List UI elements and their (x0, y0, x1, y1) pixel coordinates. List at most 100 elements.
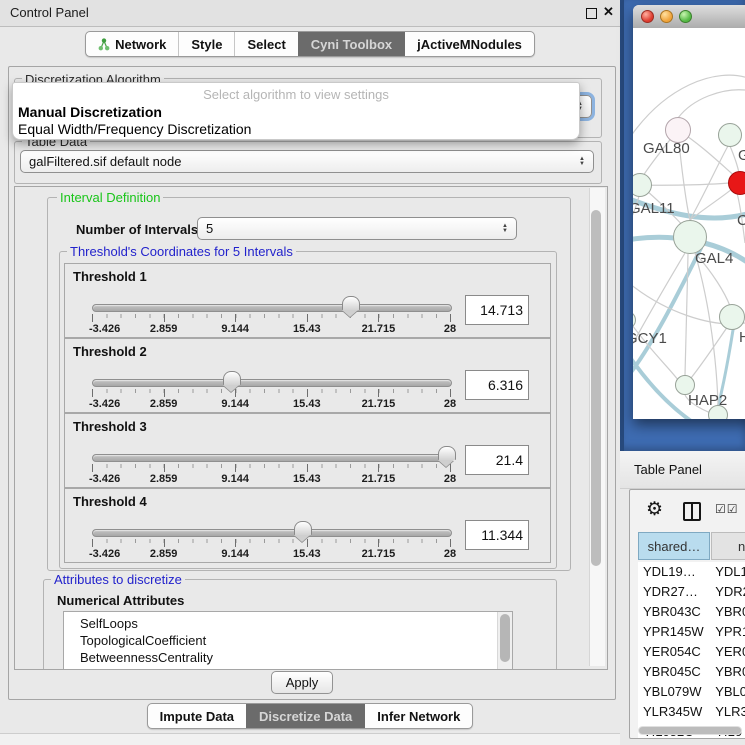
table-row[interactable]: YBR045CYBR0 (638, 662, 745, 682)
control-panel-titlebar: Control Panel ✕ (0, 0, 620, 27)
interval-definition-title: Interval Definition (57, 190, 163, 205)
tab-network[interactable]: Network (86, 32, 178, 56)
apply-button[interactable]: Apply (271, 671, 333, 694)
table-toolbar: ⚙ ☑☑ (630, 490, 745, 532)
combo-spinner-icon: ▲▼ (502, 224, 508, 234)
num-intervals-label: Number of Intervals (76, 222, 198, 237)
node-label: G (738, 147, 745, 164)
panel-title: Control Panel (10, 5, 89, 20)
slider-tick-labels: -3.4262.8599.14415.4321.71528 (92, 473, 450, 485)
network-node[interactable] (673, 220, 707, 254)
node-label: GCY1 (633, 330, 667, 347)
app-window: Control Panel ✕ Network Style Select (0, 0, 745, 745)
combo-spinner-icon: ▲▼ (579, 157, 585, 167)
numerical-attributes-label: Numerical Attributes (57, 593, 184, 608)
slider-major-ticks (92, 464, 450, 473)
panel-scrollbar[interactable] (589, 188, 605, 666)
horizontal-scrollbar-thumb[interactable] (639, 727, 741, 734)
table-panel-title: Table Panel (634, 462, 702, 477)
status-strip (0, 733, 620, 745)
split-columns-icon[interactable] (683, 502, 701, 521)
dropdown-option-manual[interactable]: Manual Discretization (18, 104, 162, 120)
network-node[interactable] (719, 304, 745, 330)
list-item[interactable]: BetweennessCentrality (64, 649, 512, 666)
tab-discretize-data[interactable]: Discretize Data (246, 704, 364, 728)
threshold-4-value-field[interactable]: 11.344 (465, 520, 529, 550)
panel-scrollbar-thumb[interactable] (591, 210, 601, 566)
control-panel: Control Panel ✕ Network Style Select (0, 0, 620, 745)
threshold-1-slider-thumb[interactable] (342, 296, 360, 310)
zoom-traffic-light-icon[interactable] (679, 10, 692, 23)
tab-infer-network[interactable]: Infer Network (364, 704, 472, 728)
threshold-3-label: Threshold 3 (73, 419, 147, 434)
numerical-attributes-list: SelfLoops TopologicalCoefficient Between… (63, 611, 513, 670)
threshold-1-slider-track[interactable] (92, 304, 452, 312)
table-row[interactable]: YDR27…YDR2 (638, 582, 745, 602)
network-node[interactable] (718, 123, 742, 147)
column-header-name[interactable]: na (711, 532, 745, 560)
threshold-3-panel: Threshold 3 -3.4262.8599.14415.4321.7152… (64, 413, 551, 488)
threshold-4-slider-thumb[interactable] (294, 521, 312, 535)
gear-icon[interactable]: ⚙ (646, 498, 663, 521)
node-label: GAL80 (643, 140, 690, 157)
dropdown-option-equal-width[interactable]: Equal Width/Frequency Discretization (18, 121, 251, 137)
threshold-2-slider-thumb[interactable] (223, 371, 241, 385)
threshold-1-label: Threshold 1 (73, 269, 147, 284)
tab-select[interactable]: Select (234, 32, 297, 56)
threshold-3-value-field[interactable]: 21.4 (465, 445, 529, 475)
num-intervals-combobox[interactable]: 5 ▲▼ (197, 217, 517, 240)
table-panel-titlebar: Table Panel (620, 451, 745, 489)
checkbox-icons[interactable]: ☑☑ (715, 502, 739, 516)
slider-tick-labels: -3.4262.8599.14415.4321.71528 (92, 548, 450, 560)
network-canvas[interactable]: GAL80 GAL11 GAL4 GCY1 HAP2 G C H (633, 28, 745, 419)
threshold-2-label: Threshold 2 (73, 344, 147, 359)
list-scrollbar[interactable] (497, 612, 512, 670)
horizontal-scrollbar[interactable] (638, 726, 742, 735)
slider-major-ticks (92, 539, 450, 548)
list-item[interactable]: SelfLoops (64, 615, 512, 632)
dropdown-placeholder-option[interactable]: Select algorithm to view settings (13, 87, 579, 102)
node-label: C (737, 212, 745, 229)
table-data-combobox[interactable]: galFiltered.sif default node ▲▼ (20, 150, 594, 173)
threshold-4-slider-track[interactable] (92, 529, 452, 537)
threshold-2-panel: Threshold 2 -3.4262.8599.14415.4321.7152… (64, 338, 551, 413)
slider-major-ticks (92, 314, 450, 323)
threshold-1-value-field[interactable]: 14.713 (465, 295, 529, 325)
threshold-4-label: Threshold 4 (73, 494, 147, 509)
threshold-4-panel: Threshold 4 -3.4262.8599.14415.4321.7152… (64, 488, 551, 563)
thresholds-group-title: Threshold's Coordinates for 5 Intervals (67, 244, 296, 259)
table-panel-content: ⚙ ☑☑ shared… na YDL19…YDL1 YDR27…YDR2 YB… (629, 489, 745, 739)
table-row[interactable]: YPR145WYPR1 (638, 622, 745, 642)
float-window-icon[interactable] (586, 8, 597, 19)
column-header-shared[interactable]: shared… (638, 532, 710, 560)
slider-major-ticks (92, 389, 450, 398)
network-node[interactable] (728, 171, 745, 195)
network-window-titlebar[interactable] (633, 5, 745, 29)
table-row[interactable]: YBR043CYBR0 (638, 602, 745, 622)
algorithm-dropdown-list: Select algorithm to view settings Manual… (12, 82, 580, 140)
threshold-1-panel: Threshold 1 -3.4262.8599.14415.4321.7152… (64, 263, 551, 338)
minimize-traffic-light-icon[interactable] (660, 10, 673, 23)
table-row[interactable]: YDL19…YDL1 (638, 562, 745, 582)
table-row[interactable]: YBL079WYBL0 (638, 682, 745, 702)
tab-style[interactable]: Style (178, 32, 234, 56)
network-icon (98, 38, 110, 51)
slider-tick-labels: -3.4262.8599.14415.4321.71528 (92, 398, 450, 410)
threshold-2-slider-track[interactable] (92, 379, 452, 387)
table-row[interactable]: YLR345WYLR3 (638, 702, 745, 722)
threshold-3-slider-track[interactable] (92, 454, 452, 462)
list-item[interactable]: TopologicalCoefficient (64, 632, 512, 649)
top-tab-strip: Network Style Select Cyni Toolbox jActiv… (0, 31, 620, 57)
threshold-2-value-field[interactable]: 6.316 (465, 370, 529, 400)
close-icon[interactable]: ✕ (603, 4, 614, 20)
threshold-3-slider-thumb[interactable] (438, 446, 456, 460)
close-traffic-light-icon[interactable] (641, 10, 654, 23)
table-row[interactable]: YER054CYER0 (638, 642, 745, 662)
attributes-group-title: Attributes to discretize (51, 572, 185, 587)
slider-tick-labels: -3.4262.8599.14415.4321.71528 (92, 323, 450, 335)
table-header: shared… na (630, 532, 745, 562)
tab-impute-data[interactable]: Impute Data (148, 704, 246, 728)
node-label: GAL11 (633, 200, 675, 217)
tab-jactivemnodules[interactable]: jActiveMNodules (404, 32, 534, 56)
tab-cyni-toolbox[interactable]: Cyni Toolbox (298, 32, 404, 56)
